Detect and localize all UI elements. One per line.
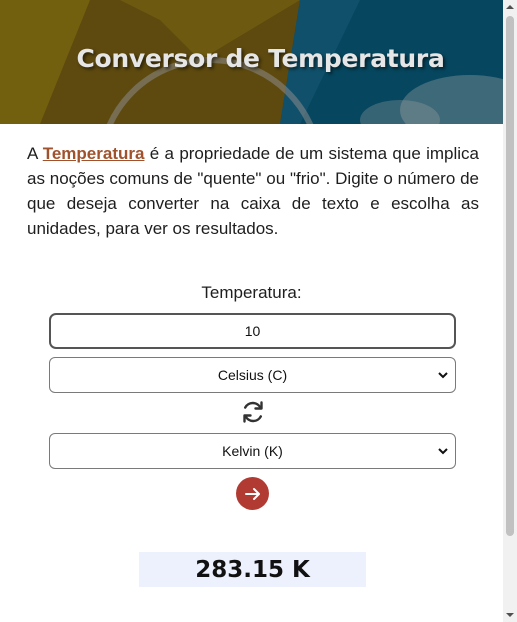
temperatura-link[interactable]: Temperatura (43, 144, 145, 163)
swap-units-button[interactable] (240, 399, 266, 425)
header-banner: Conversor de Temperatura (0, 0, 503, 124)
intro-prefix: A (27, 144, 43, 163)
chevron-down-icon (438, 372, 448, 379)
temperature-label: Temperatura: (201, 283, 302, 302)
to-unit-value: Kelvin (K) (222, 443, 283, 459)
refresh-icon (243, 401, 263, 423)
temperature-input[interactable] (49, 313, 456, 349)
to-unit-select[interactable]: Kelvin (K) (49, 433, 456, 469)
result-output: 283.15 K (139, 552, 366, 587)
arrow-right-icon (244, 487, 260, 500)
chevron-down-icon (438, 448, 448, 455)
vertical-scrollbar[interactable] (503, 0, 517, 622)
scroll-up-arrow-icon[interactable] (503, 0, 517, 14)
scrollbar-thumb[interactable] (506, 16, 514, 536)
convert-button[interactable] (236, 477, 269, 510)
page-title: Conversor de Temperatura (76, 44, 445, 73)
scroll-down-arrow-icon[interactable] (503, 608, 517, 622)
from-unit-select[interactable]: Celsius (C) (49, 357, 456, 393)
page-viewport: Conversor de Temperatura A Temperatura é… (0, 0, 503, 622)
intro-paragraph: A Temperatura é a propriedade de um sist… (27, 141, 479, 241)
from-unit-value: Celsius (C) (217, 367, 288, 383)
